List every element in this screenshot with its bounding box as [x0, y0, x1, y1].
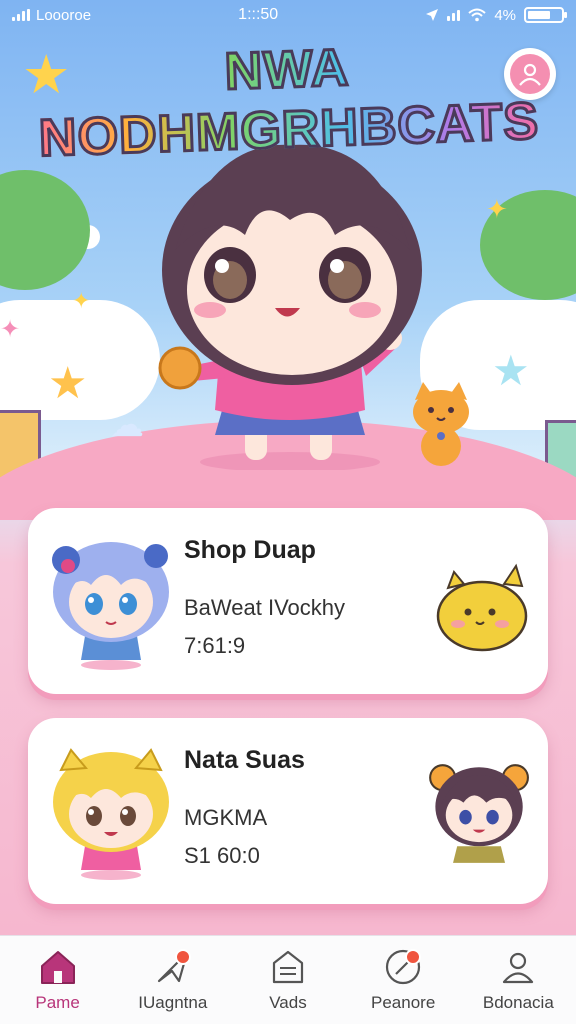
status-time: 1:::50: [238, 6, 279, 23]
battery-icon: [524, 7, 567, 23]
nav-item-explore[interactable]: Peanore: [348, 947, 458, 1013]
nav-label: Peanore: [371, 993, 436, 1012]
carrier-label: Loooroe: [36, 6, 92, 24]
status-left: Loooroe: [12, 7, 91, 24]
nav-label: Bdonacia: [482, 993, 554, 1012]
nav-item-profile[interactable]: Bdonacia: [463, 947, 573, 1013]
store-icon: [268, 947, 308, 987]
cell-signal-icon: [447, 9, 461, 21]
nav-label: Vads: [269, 993, 307, 1012]
list-card[interactable]: Shop Duap BaWeat IVockhy 7:61:9: [28, 508, 548, 694]
character-avatar-blonde: [53, 748, 169, 880]
home-icon: [38, 947, 78, 987]
person-icon: [519, 63, 541, 86]
cat-pet-illustration: [413, 382, 469, 466]
yellow-blob-pet-icon: [436, 563, 528, 652]
character-avatar-brunette: [429, 764, 529, 863]
card-subtitle: BaWeat IVockhy: [184, 595, 346, 620]
compass-icon: [383, 947, 423, 987]
card-subtitle: MGKMA: [184, 805, 268, 830]
nav-label: IUagntna: [138, 993, 208, 1012]
sparkle-icon: ✦: [0, 316, 21, 343]
status-right: 4%: [425, 6, 567, 24]
wifi-icon: [468, 8, 486, 22]
battery-percent: 4%: [494, 6, 516, 24]
star-icon: ★: [48, 359, 88, 408]
person-icon: [498, 947, 538, 987]
list-card[interactable]: Nata Suas MGKMA S1 60:0: [28, 718, 548, 904]
star-icon: ★: [492, 347, 530, 394]
card-title: Nata Suas: [184, 746, 305, 774]
notification-badge: [174, 949, 191, 965]
nav-item-messages[interactable]: IUagntna: [118, 947, 228, 1013]
profile-avatar: [510, 54, 550, 94]
profile-button[interactable]: [504, 48, 556, 100]
character-avatar-blue: [52, 542, 169, 670]
sparkle-icon: ✦: [486, 194, 508, 224]
send-icon: [153, 947, 193, 987]
card-text: Shop Duap BaWeat IVockhy 7:61:9: [184, 536, 345, 659]
card-text: Nata Suas MGKMA S1 60:0: [184, 746, 305, 869]
card-title: Shop Duap: [184, 536, 316, 564]
sparkle-icon: ✦: [72, 288, 91, 313]
nav-item-store[interactable]: Vads: [233, 947, 343, 1013]
location-icon: [426, 9, 439, 21]
bottom-nav: Pame IUagntna Vads Peanore Bdonacia: [0, 935, 576, 1024]
app-title: NWA NODHMGRHBCATS: [18, 31, 558, 170]
card-meta: S1 60:0: [184, 843, 260, 868]
hero-banner: ★ ★ ★ ✦ ✦ ✦ ☁: [0, 0, 576, 520]
tree-decoration: [0, 170, 90, 290]
nav-item-home[interactable]: Pame: [3, 947, 113, 1013]
status-bar: Loooroe 1:::50 4%: [0, 0, 576, 30]
nav-label: Pame: [35, 993, 80, 1012]
app-screen: Loooroe 1:::50 4% ★ ★ ★ ✦: [0, 0, 576, 1024]
card-meta: 7:61:9: [184, 633, 246, 658]
signal-icon: [12, 9, 30, 21]
